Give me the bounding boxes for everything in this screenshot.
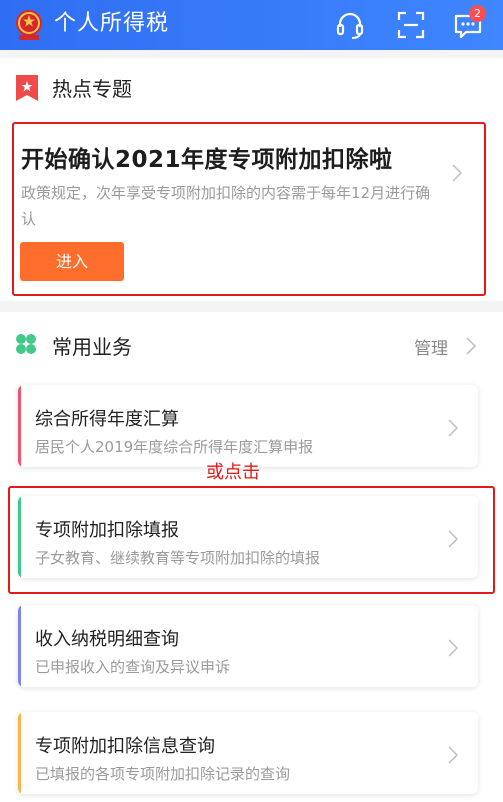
enter-button[interactable]: 进入 (20, 242, 124, 281)
card-title: 收入纳税明细查询 (35, 629, 179, 650)
card-highlight-box (8, 486, 495, 594)
national-emblem-icon (16, 10, 42, 40)
chevron-right-icon (448, 746, 458, 764)
card-accent-bar (18, 712, 21, 794)
hot-topics-title: 热点专题 (52, 77, 132, 101)
card-accent-bar (18, 605, 21, 687)
annotation-text: 或点击 (206, 462, 260, 483)
card-subtitle: 已申报收入的查询及异议申诉 (35, 658, 231, 676)
card-accent-bar (18, 385, 21, 467)
promo-description: 政策规定，次年享受专项附加扣除的内容需于每年12月进行确认 (21, 184, 431, 228)
card-title: 综合所得年度汇算 (35, 409, 179, 430)
message-badge: 2 (469, 5, 486, 22)
customer-service-button[interactable] (333, 8, 367, 42)
chevron-right-icon (448, 419, 458, 437)
manage-link[interactable]: 管理 (414, 334, 448, 359)
chevron-right-icon[interactable] (466, 337, 476, 355)
message-button[interactable]: 2 (452, 5, 486, 42)
promo-title[interactable]: 开始确认2021年度专项附加扣除啦 (21, 140, 393, 174)
service-card-special-deduction-query[interactable]: 专项附加扣除信息查询 已填报的各项专项附加扣除记录的查询 (18, 712, 478, 794)
customer-service-headset-icon (336, 12, 364, 39)
chevron-right-icon[interactable] (452, 164, 462, 182)
service-card-annual-settlement[interactable]: 综合所得年度汇算 居民个人2019年度综合所得年度汇算申报 (18, 385, 478, 467)
card-title: 专项附加扣除信息查询 (35, 736, 215, 757)
bookmark-star-icon (16, 75, 38, 101)
app-title: 个人所得税 (54, 11, 170, 36)
scan-button[interactable] (394, 8, 428, 42)
card-subtitle: 居民个人2019年度综合所得年度汇算申报 (35, 438, 314, 456)
chevron-right-icon (448, 639, 458, 657)
card-subtitle: 已填报的各项专项附加扣除记录的查询 (35, 765, 291, 783)
scan-icon (397, 11, 425, 39)
common-services-title: 常用业务 (52, 335, 132, 359)
clover-icon (16, 334, 36, 354)
app-header: 个人所得税 2 (0, 0, 503, 50)
service-card-income-tax-query[interactable]: 收入纳税明细查询 已申报收入的查询及异议申诉 (18, 605, 478, 687)
